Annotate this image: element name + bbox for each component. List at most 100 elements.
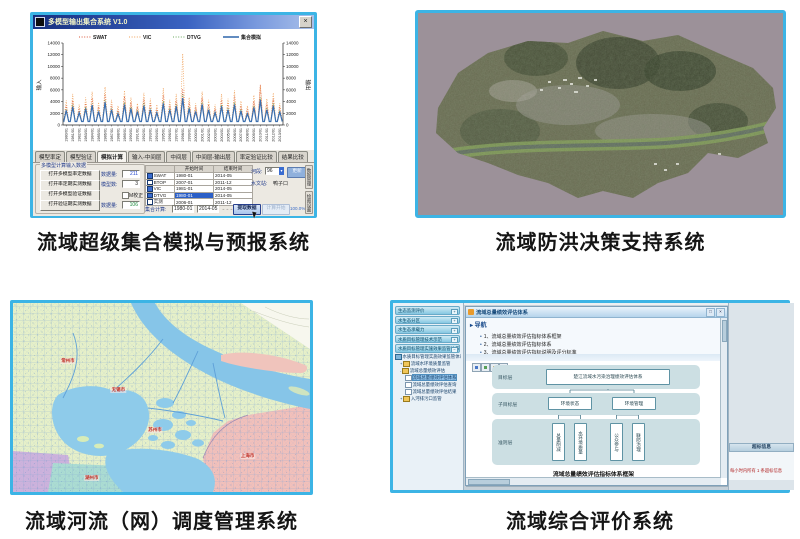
diagram-box: 总量削减 (552, 423, 565, 461)
calc-end-input[interactable]: 2014-05 (197, 205, 219, 213)
field-value-2[interactable]: 106 (122, 201, 140, 209)
field-value-1[interactable]: 3 (122, 180, 140, 188)
tree-item-0[interactable]: 水质目标管理实施效果监管体系 (395, 353, 461, 360)
accordion-toggle-icon[interactable]: + (451, 309, 458, 315)
start-calc-button[interactable]: 计算开始 (262, 204, 290, 215)
tab-6[interactable]: 率定验证比较 (236, 151, 277, 162)
river-network-map[interactable] (13, 303, 310, 492)
side-tab-data[interactable]: 数据管理 (305, 165, 313, 189)
svg-text:1981/01: 1981/01 (71, 128, 75, 142)
accordion-item-0[interactable]: 生态监测评价+ (395, 306, 460, 315)
row-checkbox[interactable] (147, 173, 153, 179)
diagram-box: 楚江流域水污染治理绩效评估体系 (546, 369, 670, 385)
accordion-item-4[interactable]: 水质目标管理实施效果监管体系− (395, 344, 460, 353)
tab-7[interactable]: 结果比较 (278, 151, 308, 162)
calc-start-input[interactable]: 1980-01 (172, 205, 194, 213)
tree-item-4[interactable]: 流域总量绩效评估查询 (395, 381, 461, 388)
table-row[interactable]: BTOP2007-012011-12 (146, 179, 253, 186)
svg-text:2002/01: 2002/01 (207, 128, 211, 142)
app-icon (35, 17, 45, 27)
tree-item-1[interactable]: +流域水环境质量监管 (395, 360, 461, 367)
accordion-toggle-icon[interactable]: + (451, 328, 458, 334)
diagram-box: 环境状态 (548, 397, 592, 410)
open-data-button-3[interactable]: 打开验证期实测数据 (40, 200, 100, 211)
indicator-diagram: 流域总量绩效评估指标体系框架 目标层楚江流域水污染治理绩效评估体系子目标层环境状… (466, 361, 721, 477)
tree-toggle-icon[interactable]: + (400, 361, 402, 366)
svg-text:2000/01: 2000/01 (194, 128, 198, 142)
tree-item-label: 入河排污口监管 (411, 396, 442, 401)
svg-text:1983/01: 1983/01 (84, 128, 88, 142)
svg-text:输出: 输出 (304, 79, 312, 90)
svg-text:输入: 输入 (35, 79, 43, 91)
svg-text:0: 0 (286, 123, 289, 128)
accordion-item-3[interactable]: 水质目标管理技术示范+ (395, 335, 460, 344)
accordion-toggle-icon[interactable]: − (451, 347, 458, 353)
horizontal-scrollbar[interactable] (466, 477, 721, 485)
nav-item-1[interactable]: 2、流域总量绩效评估指标体系 (480, 341, 552, 348)
window-titlebar[interactable]: 多模型输出集合系统 V1.0 × (33, 15, 314, 29)
update-button[interactable]: 更新 (287, 167, 307, 178)
accordion-item-1[interactable]: 水生态分区+ (395, 316, 460, 325)
print-icon[interactable] (481, 363, 490, 372)
diagram-box: 联防治理 (632, 423, 645, 461)
svg-text:2009/01: 2009/01 (252, 128, 256, 142)
table-row[interactable]: DTVG1980-012014-05 (146, 192, 253, 199)
accordion-toggle-icon[interactable]: + (451, 318, 458, 324)
tab-1[interactable]: 模型验证 (66, 151, 96, 162)
diagram-box: 环境管理 (612, 397, 656, 410)
eval-content-window: 流域总量绩效评估体系 □ × ▸ 导航 1、流域总量绩效评估指标体系框架2、流域… (465, 306, 728, 486)
svg-text:1984/01: 1984/01 (90, 128, 94, 142)
field-value-0[interactable]: 211 (122, 170, 140, 178)
nav-title: ▸ 导航 (470, 320, 487, 329)
exceedance-header[interactable]: 超标信息 (729, 443, 794, 452)
terrain-3d-view[interactable] (418, 13, 783, 215)
document-icon (468, 309, 474, 315)
m-correction-checkbox[interactable] (122, 192, 129, 199)
chevron-down-icon[interactable]: ▾ (279, 167, 284, 175)
diagram-row-1 (492, 393, 700, 415)
table-row[interactable]: VIC1981-012014-05 (146, 186, 253, 193)
tab-3[interactable]: 输入-中间层 (128, 151, 165, 162)
vertical-scrollbar[interactable] (720, 318, 727, 478)
accordion-toggle-icon[interactable]: + (451, 337, 458, 343)
close-icon[interactable]: × (299, 16, 312, 28)
series-DTVG (63, 94, 282, 122)
caption-simulation: 流域超级集合模拟与预报系统 (30, 226, 317, 255)
chart-area: 0020002000400040006000600080008000100001… (33, 29, 314, 149)
nav-item-0[interactable]: 1、流域总量绩效评估指标体系框架 (480, 333, 562, 340)
save-icon[interactable] (472, 363, 481, 372)
side-tab-plot[interactable]: 绘图设置 (305, 191, 313, 214)
legend-DTVG: DTVG (187, 35, 201, 41)
tab-0[interactable]: 模型率定 (35, 151, 65, 162)
accordion-item-2[interactable]: 水生态承载力+ (395, 325, 460, 334)
svg-text:2005/01: 2005/01 (226, 128, 230, 142)
tab-4[interactable]: 中间层 (166, 151, 191, 162)
row-checkbox[interactable] (147, 186, 153, 192)
tab-5[interactable]: 中间层-输出层 (192, 151, 235, 162)
model-period-table[interactable]: 开始时间结束时间SWAT1980-012014-05BTOP2007-01201… (145, 165, 253, 206)
tree-item-2[interactable]: -流域总量绩效评估 (395, 367, 461, 374)
eval-window-header[interactable]: 流域总量绩效评估体系 □ × (466, 307, 727, 318)
svg-text:1994/01: 1994/01 (155, 128, 159, 142)
tree-item-5[interactable]: 流域总量绩效评估结果 (395, 388, 461, 395)
svg-text:1992/01: 1992/01 (142, 128, 146, 142)
table-row[interactable]: SWAT1980-012014-05 (146, 173, 253, 180)
tree-item-label: 水质目标管理实施效果监管体系 (403, 354, 462, 359)
tab-2[interactable]: 模拟计算 (97, 151, 127, 162)
progress-value: 100.0% (290, 206, 305, 211)
caption-flood: 流域防洪决策支持系统 (415, 226, 786, 255)
row-checkbox[interactable] (147, 193, 153, 199)
tree-item-3[interactable]: 流域总量绩效评估体系 (395, 374, 461, 381)
row-checkbox[interactable] (147, 180, 153, 186)
tree-item-label: 流域总量绩效评估结果 (413, 389, 457, 394)
restore-icon[interactable]: □ (706, 308, 715, 317)
controls-area: 多模型计算输入数据 打开多模型率定数据打开率定期实测数据打开多模型验证数据打开验… (33, 162, 314, 216)
close-icon[interactable]: × (716, 308, 725, 317)
tree-item-label: 流域总量绩效评估体系 (413, 375, 457, 380)
diagram-row-label: 准则层 (498, 439, 512, 446)
svg-text:1986/01: 1986/01 (103, 128, 107, 142)
arrow-glyph: →→→ (221, 206, 233, 211)
tree-toggle-icon[interactable]: + (400, 396, 402, 401)
tree-toggle-icon[interactable]: - (400, 368, 401, 373)
tree-item-6[interactable]: + 入河排污口监管 (395, 395, 461, 402)
